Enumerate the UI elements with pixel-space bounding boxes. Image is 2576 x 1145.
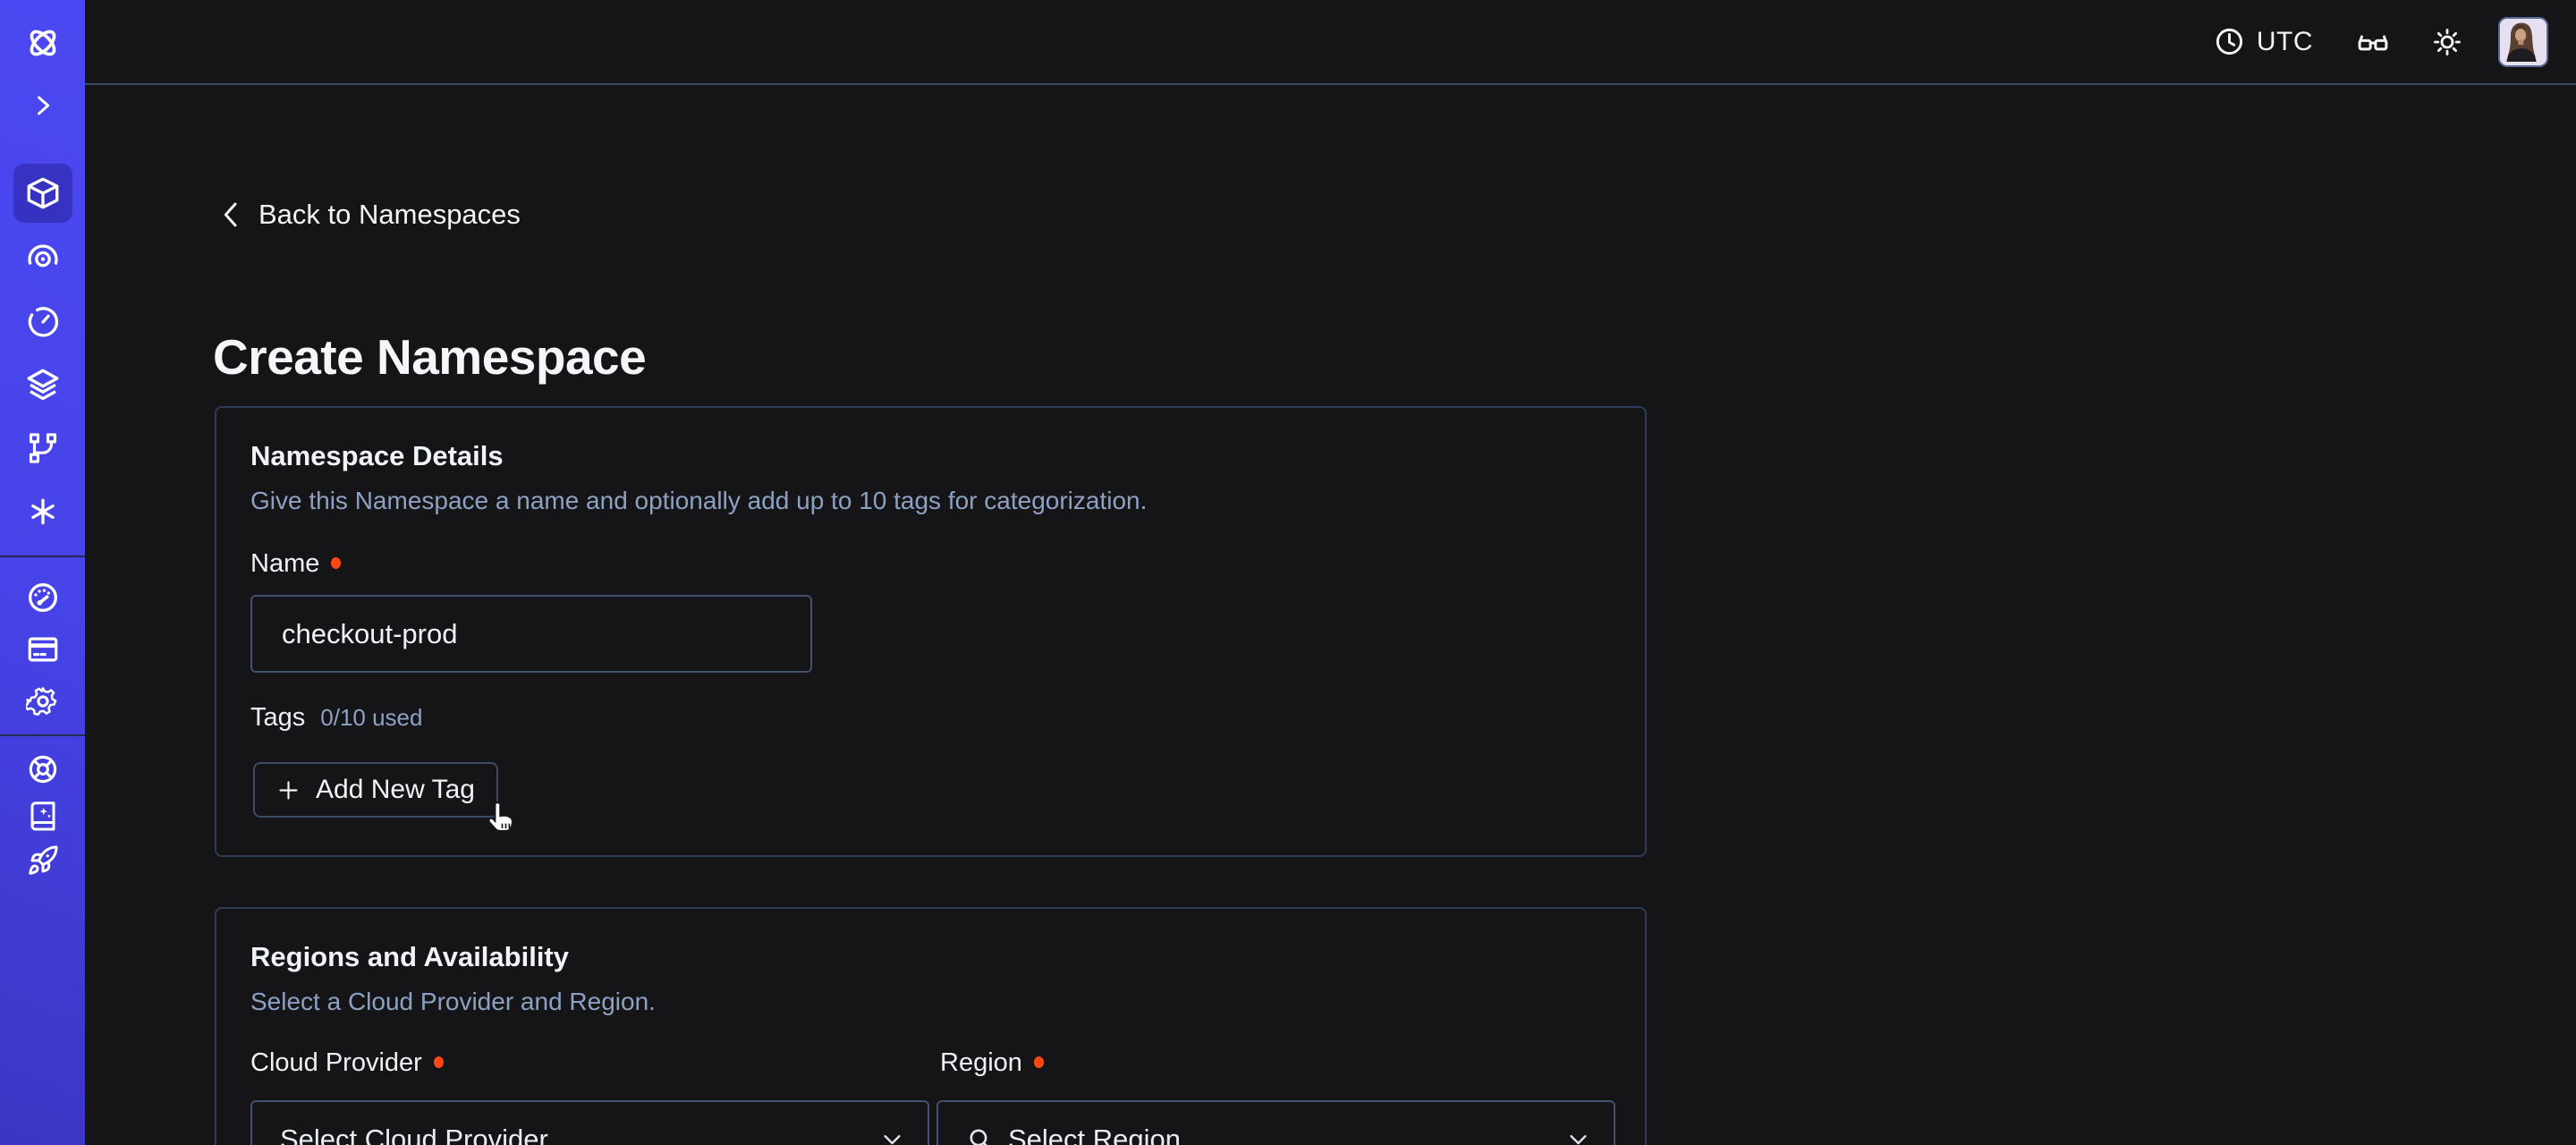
back-link-label: Back to Namespaces	[258, 199, 521, 231]
back-to-namespaces-link[interactable]: Back to Namespaces	[220, 199, 521, 231]
settings-gear-icon[interactable]	[26, 684, 60, 718]
card-title: Regions and Availability	[250, 941, 569, 973]
timezone-selector[interactable]: UTC	[2214, 26, 2313, 57]
sidebar	[0, 0, 85, 1145]
git-branch-icon[interactable]	[26, 431, 60, 465]
cloud-provider-selected-value: Select Cloud Provider	[280, 1124, 869, 1145]
plus-icon	[276, 778, 301, 802]
support-lifebuoy-icon[interactable]	[26, 752, 60, 786]
page-title: Create Namespace	[213, 328, 646, 386]
tags-label: Tags	[250, 703, 305, 733]
sidebar-divider	[0, 734, 85, 736]
card-subtitle: Select a Cloud Provider and Region.	[250, 988, 656, 1016]
region-selected-value: Select Region	[1008, 1124, 1555, 1145]
cloud-provider-label-row: Cloud Provider	[250, 1048, 444, 1078]
top-header: UTC	[85, 0, 2576, 85]
required-dot	[331, 557, 341, 569]
namespaces-cube-icon[interactable]	[24, 174, 62, 212]
search-icon	[966, 1125, 994, 1145]
billing-card-icon[interactable]	[26, 632, 60, 666]
getting-started-rocket-icon[interactable]	[27, 844, 59, 877]
namespace-details-card: Namespace Details Give this Namespace a …	[215, 406, 1647, 857]
temporal-logo-icon[interactable]	[22, 22, 64, 64]
timezone-label: UTC	[2257, 27, 2313, 57]
region-label-row: Region	[940, 1048, 1044, 1078]
chevron-down-icon	[880, 1127, 904, 1145]
name-label-row: Name	[250, 549, 341, 579]
regions-availability-card: Regions and Availability Select a Cloud …	[215, 907, 1647, 1145]
name-label: Name	[250, 549, 319, 579]
namespace-name-input[interactable]	[250, 595, 812, 673]
clock-icon	[2214, 26, 2245, 57]
cloud-provider-label: Cloud Provider	[250, 1048, 422, 1078]
chevron-down-icon	[1566, 1127, 1590, 1145]
glasses-icon[interactable]	[2356, 25, 2390, 59]
region-select[interactable]: Select Region	[936, 1100, 1615, 1145]
user-avatar[interactable]	[2498, 17, 2548, 67]
tags-usage-count: 0/10 used	[320, 704, 422, 732]
asterisk-icon[interactable]	[26, 495, 60, 529]
region-label: Region	[940, 1048, 1022, 1078]
card-subtitle: Give this Namespace a name and optionall…	[250, 487, 1147, 515]
back-chevron-icon	[220, 201, 242, 228]
card-title: Namespace Details	[250, 440, 504, 472]
add-new-tag-label: Add New Tag	[316, 775, 475, 805]
tags-label-row: Tags 0/10 used	[250, 703, 422, 733]
usage-gauge-icon[interactable]	[25, 580, 61, 615]
required-dot	[1034, 1056, 1044, 1068]
add-new-tag-button[interactable]: Add New Tag	[253, 762, 498, 818]
docs-book-icon[interactable]	[27, 800, 59, 832]
header-actions: UTC	[2214, 0, 2548, 83]
sun-theme-icon[interactable]	[2431, 26, 2463, 58]
sidebar-divider	[0, 556, 85, 557]
app-window: UTC	[0, 0, 2576, 1145]
required-dot	[434, 1056, 444, 1068]
timer-icon[interactable]	[25, 304, 61, 340]
iris-icon[interactable]	[25, 240, 61, 276]
sidebar-expand-chevron-icon[interactable]	[30, 94, 55, 118]
cloud-provider-select[interactable]: Select Cloud Provider	[250, 1100, 929, 1145]
layers-icon[interactable]	[24, 366, 62, 403]
